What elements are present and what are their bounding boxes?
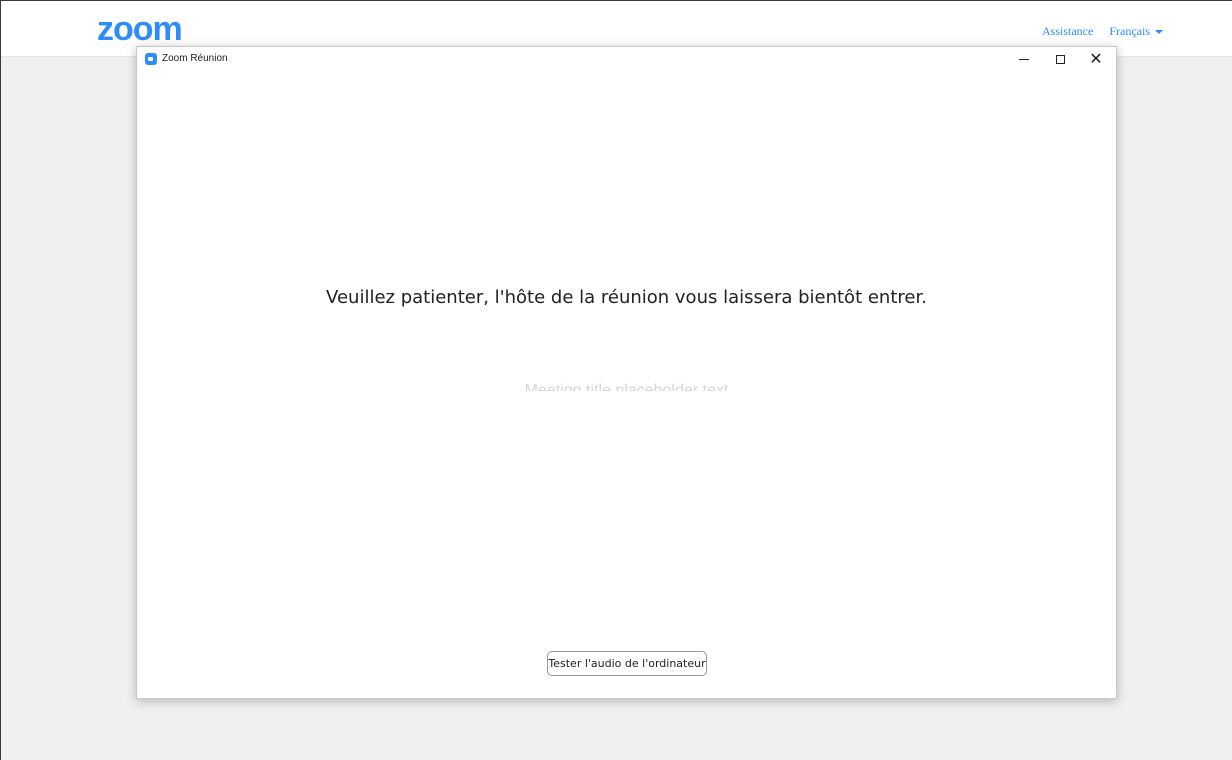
zoom-meeting-window: Zoom Réunion ✕ Veuillez patienter, l'hôt…	[136, 46, 1117, 699]
window-titlebar: Zoom Réunion ✕	[137, 47, 1116, 71]
minimize-button[interactable]	[1006, 47, 1042, 71]
close-icon: ✕	[1089, 51, 1103, 68]
waiting-room-message: Veuillez patienter, l'hôte de la réunion…	[326, 287, 927, 308]
test-computer-audio-button[interactable]: Tester l'audio de l'ordinateur	[547, 651, 707, 676]
caret-down-icon	[1155, 30, 1163, 35]
maximize-icon	[1055, 54, 1065, 64]
support-link[interactable]: Assistance	[1042, 24, 1093, 39]
language-label: Français	[1109, 24, 1150, 38]
maximize-button[interactable]	[1042, 47, 1078, 71]
browser-viewport: zoom Assistance Français Zoom Réunion ✕ …	[0, 0, 1232, 760]
minimize-icon	[1019, 58, 1029, 60]
window-title: Zoom Réunion	[162, 53, 228, 64]
zoom-app-icon	[145, 53, 157, 65]
meeting-topic-faded: Meeting title placeholder text	[137, 383, 1116, 391]
header-links: Assistance Français	[1042, 24, 1163, 39]
language-selector[interactable]: Français	[1109, 24, 1163, 39]
close-button[interactable]: ✕	[1078, 47, 1114, 71]
zoom-logo[interactable]: zoom	[97, 11, 183, 47]
